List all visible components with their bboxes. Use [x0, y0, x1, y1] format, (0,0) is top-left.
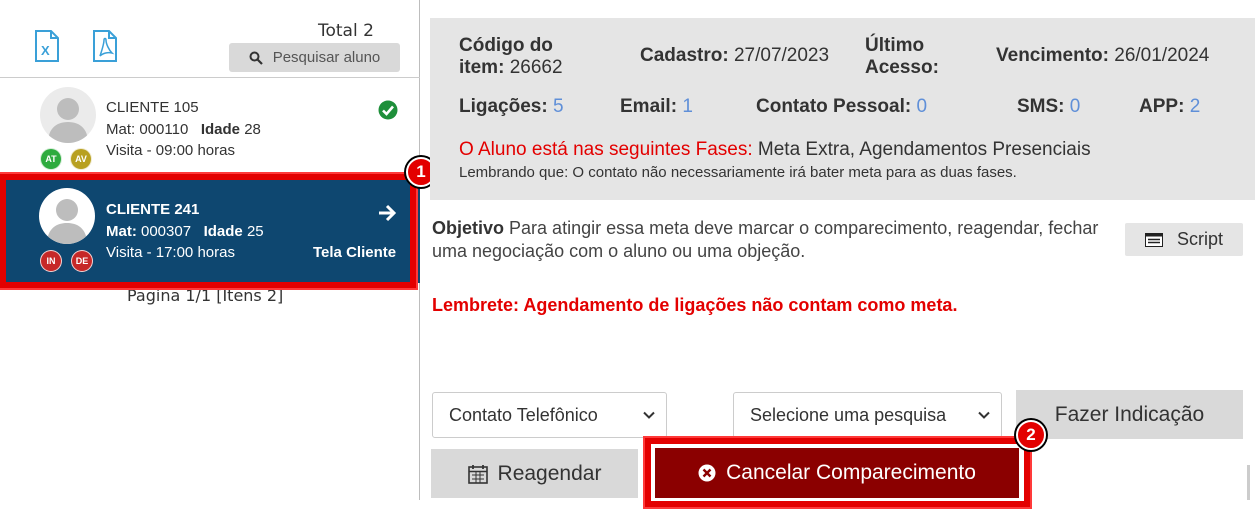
- registration-date: Cadastro: 27/07/2023: [640, 45, 830, 66]
- excel-file-icon[interactable]: X: [33, 30, 61, 62]
- badge-in: IN: [40, 250, 62, 272]
- pdf-file-icon[interactable]: [91, 30, 119, 62]
- badge-de: DE: [71, 250, 93, 272]
- user-silhouette-icon: [47, 199, 87, 244]
- phases-text: O Aluno está nas seguintes Fases: Meta E…: [459, 139, 1091, 160]
- svg-text:X: X: [41, 43, 50, 58]
- contact-type-select[interactable]: Contato Telefônico: [432, 392, 667, 438]
- calls-count: Ligações: 5: [459, 96, 564, 117]
- check-circle-icon: [378, 100, 398, 120]
- last-access: Último Acesso:: [865, 35, 939, 78]
- annotation-number-2: 2: [1016, 420, 1046, 450]
- client-name: CLIENTE 105: [106, 99, 199, 116]
- script-button[interactable]: Script: [1125, 223, 1243, 256]
- expiration-date: Vencimento: 26/01/2024: [996, 45, 1210, 66]
- search-label: Pesquisar aluno: [272, 49, 381, 66]
- arrow-right-icon[interactable]: [377, 203, 397, 223]
- item-code: Código do item: 26662: [459, 35, 563, 78]
- search-icon: [249, 51, 263, 65]
- client-visit: Visita - 09:00 horas: [106, 142, 235, 159]
- badge-at: AT: [40, 148, 62, 170]
- close-circle-icon: [698, 464, 716, 482]
- app-count: APP: 2: [1139, 96, 1201, 117]
- email-count: Email: 1: [620, 96, 693, 117]
- make-referral-button[interactable]: Fazer Indicação: [1016, 390, 1243, 439]
- client-info: Mat: 000307 Idade 25: [106, 223, 264, 240]
- chevron-down-icon: [643, 411, 655, 419]
- personal-contact-count: Contato Pessoal: 0: [756, 96, 928, 117]
- calendar-icon: [467, 464, 488, 484]
- reschedule-button[interactable]: Reagendar: [431, 449, 638, 498]
- sms-count: SMS: 0: [1017, 96, 1081, 117]
- total-count: Total 2: [318, 21, 374, 41]
- scrollbar[interactable]: [1247, 465, 1250, 500]
- search-student-button[interactable]: Pesquisar aluno: [229, 43, 400, 72]
- objective-text: Objetivo Para atingir essa meta deve mar…: [432, 218, 1099, 261]
- client-row[interactable]: AT AV CLIENTE 105 Mat: 000110 Idade 28 V…: [0, 78, 420, 175]
- client-screen-link[interactable]: Tela Cliente: [313, 244, 396, 261]
- chevron-down-icon: [978, 411, 990, 419]
- phases-note: Lembrando que: O contato não necessariam…: [459, 164, 1017, 181]
- client-list-panel: X Total 2 Pesquisar aluno AT AV CLIENTE …: [0, 0, 420, 500]
- pagination: Pagina 1/1 [Itens 2]: [127, 286, 284, 305]
- client-info: Mat: 000110 Idade 28: [106, 121, 261, 138]
- badge-av: AV: [70, 148, 92, 170]
- avatar: [40, 87, 96, 143]
- list-icon: [1144, 232, 1163, 247]
- cancel-attendance-button[interactable]: Cancelar Comparecimento: [655, 448, 1019, 498]
- client-row-selected[interactable]: IN DE CLIENTE 241 Mat: 000307 Idade 25 V…: [0, 178, 420, 283]
- reminder-alert: Lembrete: Agendamento de ligações não co…: [432, 295, 958, 315]
- client-visit: Visita - 17:00 horas: [106, 244, 235, 261]
- client-name: CLIENTE 241: [106, 201, 200, 218]
- user-silhouette-icon: [48, 98, 88, 143]
- survey-select[interactable]: Selecione uma pesquisa: [733, 392, 1002, 438]
- avatar: [39, 188, 95, 244]
